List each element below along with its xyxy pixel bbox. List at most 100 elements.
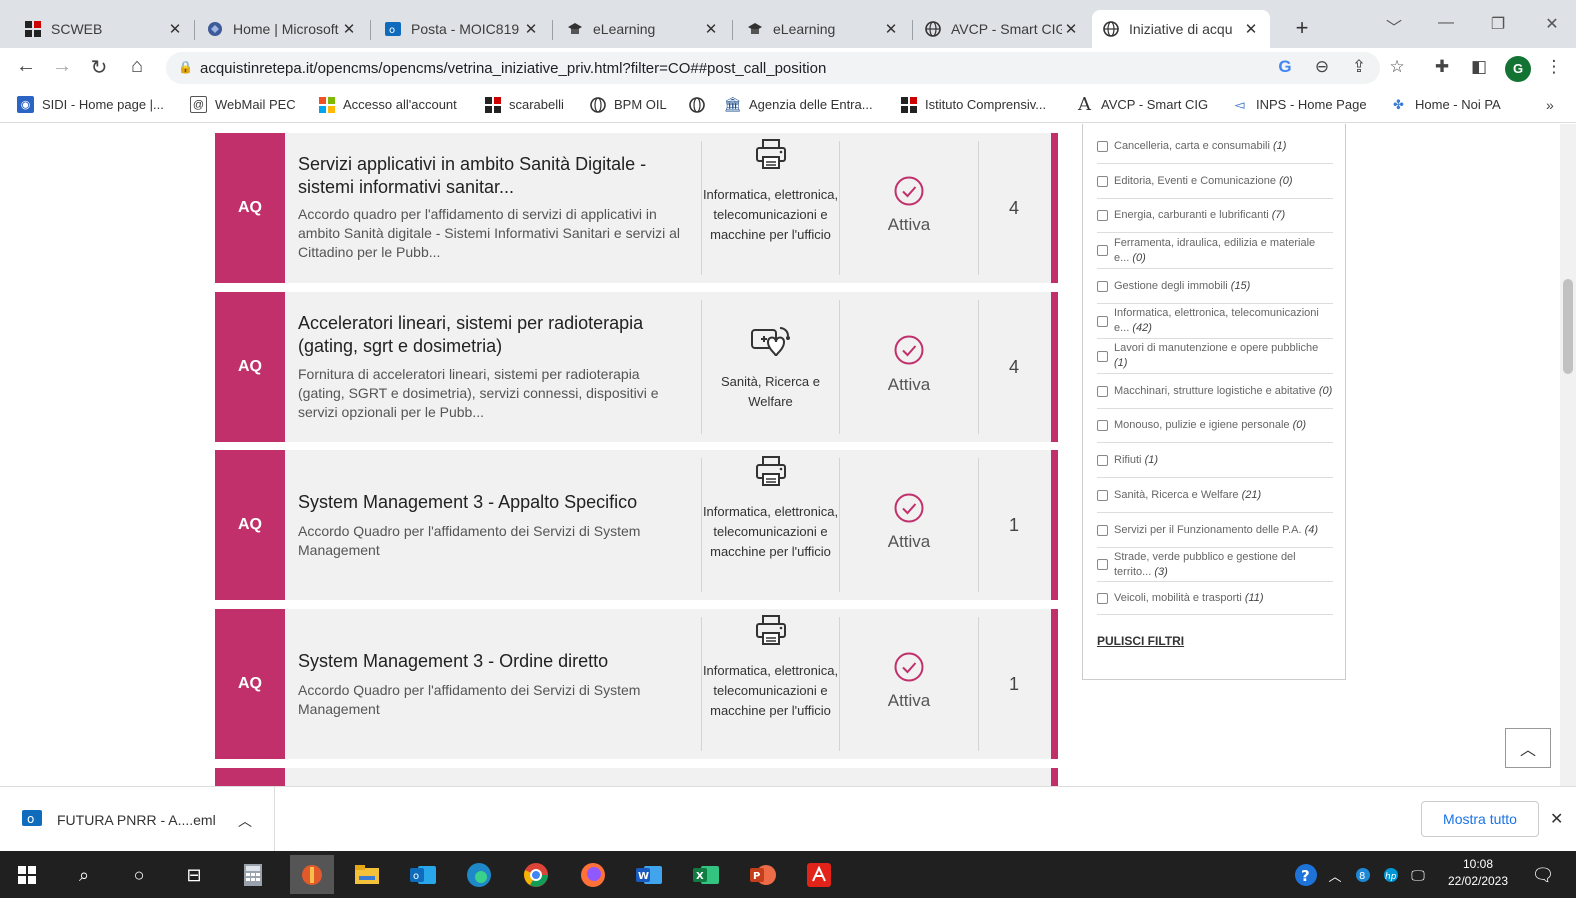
forward-icon[interactable]: → — [49, 55, 75, 78]
word-icon[interactable]: W — [632, 859, 666, 891]
bookmark-avcp[interactable]: A AVCP - Smart CIG — [1076, 94, 1208, 115]
initiative-title[interactable]: System Management 3 - Ordine diretto — [298, 650, 678, 673]
filter-checkbox[interactable] — [1097, 350, 1108, 362]
filter-option[interactable]: Rifiuti (1) — [1097, 443, 1333, 478]
bookmark-agenzia[interactable]: 🏛 Agenzia delle Entra... — [724, 96, 873, 113]
side-panel-icon[interactable]: ◧ — [1468, 57, 1490, 77]
reload-icon[interactable]: ↻ — [86, 55, 112, 80]
taskbar-app-active-icon[interactable] — [290, 855, 334, 894]
maximize-icon[interactable]: ❐ — [1486, 14, 1510, 34]
firefox-icon[interactable] — [576, 859, 610, 891]
filter-checkbox[interactable] — [1097, 315, 1108, 327]
filter-option[interactable]: Ferramenta, idraulica, edilizia e materi… — [1097, 233, 1333, 269]
notifications-icon[interactable]: 🗨 — [1526, 859, 1560, 891]
calculator-icon[interactable] — [236, 859, 270, 891]
filter-checkbox[interactable] — [1097, 559, 1108, 570]
tab-elearning-1[interactable]: eLearning ✕ — [556, 10, 730, 48]
zoom-icon[interactable]: ⊖ — [1311, 57, 1333, 77]
filter-checkbox[interactable] — [1097, 245, 1108, 256]
google-translate-icon[interactable]: G — [1274, 57, 1296, 77]
filter-option[interactable]: Monouso, pulizie e igiene personale (0) — [1097, 409, 1333, 443]
close-tab-icon[interactable]: ✕ — [166, 20, 184, 38]
clear-filters-link[interactable]: PULISCI FILTRI — [1097, 634, 1184, 648]
vertical-scrollbar[interactable] — [1560, 124, 1576, 786]
initiative-card[interactable]: AQ System Management 3 - Ordine diretto … — [215, 609, 1058, 759]
close-tab-icon[interactable]: ✕ — [1242, 20, 1260, 38]
bookmark-star-icon[interactable]: ☆ — [1386, 57, 1408, 77]
close-tab-icon[interactable]: ✕ — [340, 20, 358, 38]
home-icon[interactable]: ⌂ — [124, 55, 150, 78]
lock-icon[interactable]: 🔒 — [178, 60, 193, 74]
filter-checkbox[interactable] — [1097, 141, 1108, 152]
tab-avcp[interactable]: AVCP - Smart CIG ✕ — [914, 10, 1090, 48]
bookmark-bpm-oil[interactable]: BPM OIL — [589, 96, 667, 113]
chevron-up-icon[interactable]: ︿ — [238, 811, 252, 831]
filter-option[interactable]: Macchinari, strutture logistiche e abita… — [1097, 374, 1333, 409]
filter-option[interactable]: Gestione degli immobili (15) — [1097, 269, 1333, 304]
filter-checkbox[interactable] — [1097, 592, 1108, 604]
powerpoint-icon[interactable]: P — [746, 859, 780, 891]
windows-start-icon[interactable] — [10, 859, 44, 891]
filter-checkbox[interactable] — [1097, 385, 1108, 397]
close-window-icon[interactable]: ✕ — [1540, 14, 1564, 34]
back-icon[interactable]: ← — [13, 55, 39, 78]
extensions-icon[interactable]: ✚ — [1431, 57, 1453, 77]
filter-checkbox[interactable] — [1097, 454, 1108, 466]
filter-checkbox[interactable] — [1097, 175, 1108, 187]
initiative-card[interactable] — [215, 768, 1058, 786]
close-tab-icon[interactable]: ✕ — [882, 20, 900, 38]
show-all-downloads-button[interactable]: Mostra tutto — [1421, 801, 1539, 837]
search-icon[interactable]: ⌕ — [67, 859, 101, 891]
tab-scweb[interactable]: SCWEB ✕ — [14, 10, 194, 48]
minimize-icon[interactable]: — — [1434, 14, 1458, 32]
system-clock[interactable]: 10:08 22/02/2023 — [1438, 856, 1518, 890]
menu-icon[interactable]: ⋮ — [1543, 57, 1565, 77]
close-tab-icon[interactable]: ✕ — [522, 20, 540, 38]
close-tab-icon[interactable]: ✕ — [1062, 20, 1080, 38]
filter-option[interactable]: Sanità, Ricerca e Welfare (21) — [1097, 478, 1333, 513]
outlook-taskbar-icon[interactable]: o — [406, 859, 440, 891]
filter-option[interactable]: Veicoli, mobilità e trasporti (11) — [1097, 582, 1333, 615]
initiative-card[interactable]: AQ Servizi applicativi in ambito Sanità … — [215, 133, 1058, 283]
bookmark-globe[interactable] — [688, 96, 713, 113]
share-icon[interactable]: ⇪ — [1348, 57, 1370, 77]
hp-icon[interactable]: hp — [1379, 859, 1403, 891]
filter-checkbox[interactable] — [1097, 524, 1108, 536]
profile-avatar[interactable]: G — [1505, 56, 1531, 82]
more-bookmarks-icon[interactable]: » — [1546, 97, 1554, 113]
tab-search-chevron-icon[interactable]: ﹀ — [1382, 14, 1406, 38]
initiative-card[interactable]: AQ System Management 3 - Appalto Specifi… — [215, 450, 1058, 600]
tab-microsoft-home[interactable]: Home | Microsoft ✕ — [196, 10, 368, 48]
tab-posta[interactable]: o Posta - MOIC819 ✕ — [374, 10, 550, 48]
filter-checkbox[interactable] — [1097, 489, 1108, 501]
bookmark-sidi[interactable]: ◉ SIDI - Home page |... — [17, 96, 164, 113]
initiative-card[interactable]: AQ Acceleratori lineari, sistemi per rad… — [215, 292, 1058, 442]
edge-icon[interactable] — [462, 859, 496, 891]
bookmark-noipa[interactable]: ✤ Home - Noi PA — [1390, 96, 1501, 113]
filter-option[interactable]: Servizi per il Funzionamento delle P.A. … — [1097, 513, 1333, 548]
tray-app-icon[interactable]: 8 — [1351, 859, 1375, 891]
filter-option[interactable]: Editoria, Eventi e Comunicazione (0) — [1097, 164, 1333, 199]
filter-option[interactable]: Strade, verde pubblico e gestione del te… — [1097, 548, 1333, 582]
filter-option[interactable]: Informatica, elettronica, telecomunicazi… — [1097, 304, 1333, 339]
filter-checkbox[interactable] — [1097, 210, 1108, 221]
acrobat-icon[interactable] — [802, 859, 836, 891]
show-hidden-icons-icon[interactable]: ︿ — [1323, 859, 1347, 891]
initiative-title[interactable]: Acceleratori lineari, sistemi per radiot… — [298, 312, 678, 358]
bookmark-webmail[interactable]: @ WebMail PEC — [190, 96, 296, 113]
excel-icon[interactable]: X — [689, 859, 723, 891]
bookmark-account[interactable]: Accesso all'account — [318, 96, 457, 113]
tab-elearning-2[interactable]: eLearning ✕ — [736, 10, 910, 48]
bookmark-istituto[interactable]: Istituto Comprensiv... — [900, 96, 1046, 113]
close-download-bar-icon[interactable]: ✕ — [1550, 809, 1563, 829]
filter-option[interactable]: Energia, carburanti e lubrificanti (7) — [1097, 199, 1333, 233]
chrome-icon[interactable] — [519, 859, 553, 891]
download-item[interactable]: o FUTURA PNRR - A....eml ︿ — [0, 787, 275, 851]
tab-iniziative[interactable]: Iniziative di acqu ✕ — [1092, 10, 1270, 48]
bookmark-inps[interactable]: ◅ INPS - Home Page — [1231, 96, 1367, 113]
initiative-title[interactable]: System Management 3 - Appalto Specifico — [298, 491, 678, 514]
close-tab-icon[interactable]: ✕ — [702, 20, 720, 38]
task-view-icon[interactable]: ⊟ — [177, 859, 211, 891]
initiative-title[interactable]: Servizi applicativi in ambito Sanità Dig… — [298, 153, 678, 199]
cortana-icon[interactable]: ○ — [122, 859, 156, 891]
